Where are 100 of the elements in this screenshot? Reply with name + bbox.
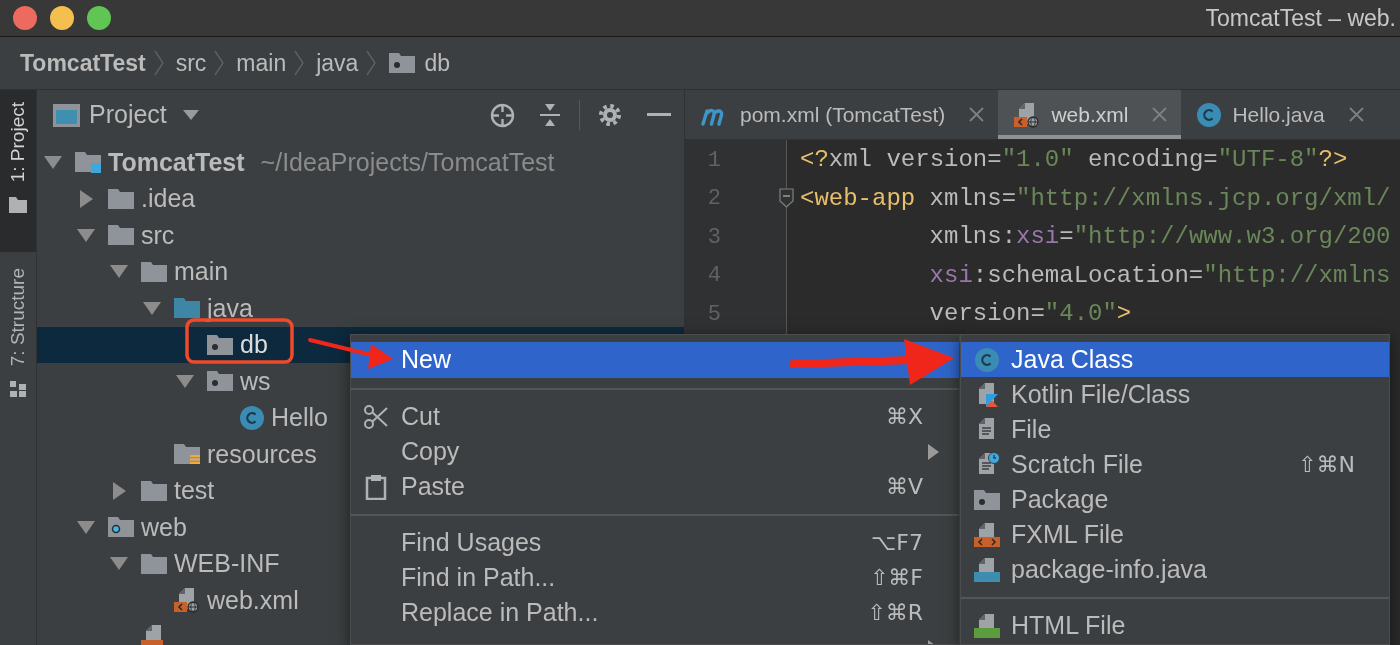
menu-item[interactable]: Scratch File ⇧⌘N [961,447,1389,482]
menu-item[interactable]: Copy [351,434,959,469]
menu-item[interactable]: Find Usages ⌥F7 [351,525,959,560]
close-icon[interactable] [969,107,985,122]
breadcrumb-link[interactable]: java [316,45,359,81]
caret-down-icon[interactable] [77,520,95,534]
fold-marker-icon[interactable] [779,187,794,208]
shortcut: ⇧⌘N [1298,451,1355,479]
structure-icon [9,380,27,399]
menu-item[interactable]: Kotlin File/Class [961,377,1389,412]
tree-item[interactable]: web.xml [173,581,299,619]
view-dropdown[interactable]: Project [89,96,199,134]
caret-down-icon[interactable] [44,155,62,169]
code-line: <?xml version="1.0" encoding="UTF-8"?> [800,145,1349,176]
package-icon [206,370,234,393]
package-icon [388,52,417,74]
shortcut: ⌘X [885,403,923,431]
breadcrumb-link[interactable]: main [236,45,287,81]
shortcut: ⌘V [885,473,923,501]
breadcrumb-link[interactable]: src [175,45,207,81]
caret-down-icon[interactable] [77,228,95,242]
caret-down-icon [182,110,199,120]
menu-item[interactable]: Cut ⌘X [351,399,959,434]
markup-file-icon [973,521,1001,548]
code-line: xmlns:xsi="http://www.w3.org/200 [928,222,1391,253]
caret-down-icon[interactable] [110,557,128,571]
class-icon [974,346,1000,373]
tree-item[interactable]: Hello [239,399,328,437]
file-badge-icon [973,556,1001,583]
clipboard-icon [365,473,387,500]
tree-item[interactable]: db [206,326,268,364]
shortcut: ⇧⌘R [867,599,923,627]
code-line: xsi:schemaLocation="http://xmlns [928,260,1391,291]
package-icon [206,333,234,356]
tree-item[interactable]: src [107,216,175,254]
caret-right-icon[interactable] [112,481,126,500]
tree-item[interactable]: WEB-INF [140,545,280,583]
collapse-all-icon[interactable] [538,103,562,127]
caret-down-icon[interactable] [110,265,128,279]
shortcut: ⇧⌘F [869,564,923,592]
xml-file-icon [173,587,201,614]
menu-item[interactable]: Package [961,482,1389,517]
menu-item[interactable]: package-info.java [961,552,1389,587]
editor-tab[interactable]: Hello.java [1181,90,1378,139]
tool-window-button[interactable]: 1: Project [0,90,36,252]
class-icon [239,404,265,431]
tree-item[interactable]: .idea [107,180,196,218]
file-badge-icon [973,612,1001,639]
close-icon[interactable] [1348,107,1364,122]
minimize-button[interactable] [50,6,74,30]
caret-down-icon[interactable] [143,301,161,315]
breadcrumb-link[interactable]: TomcatTest [20,45,146,81]
menu-item[interactable]: Paste ⌘V [351,469,959,504]
tree-item[interactable]: resources [173,435,317,473]
xml-file-icon [1013,101,1042,128]
panel-icon [53,103,80,127]
folder-icon [140,479,168,502]
menu-item[interactable]: FXML File [961,517,1389,552]
settings-icon[interactable] [598,103,622,127]
tree-item[interactable]: TomcatTest ~/IdeaProjects/TomcatTest [74,143,555,181]
close-button[interactable] [13,6,37,30]
shortcut: ⌥F7 [871,529,923,557]
resources-folder-icon [173,443,201,466]
caret-right-icon[interactable] [79,189,93,208]
path-hint: ~/IdeaProjects/TomcatTest [260,146,555,178]
tree-item[interactable]: main [140,253,229,291]
code-line: version="4.0"> [928,299,1133,330]
chevron-right-icon [366,50,377,76]
minus-icon[interactable] [647,113,671,117]
scissors-icon [363,403,389,430]
chevron-right-icon [153,50,164,76]
caret-down-icon[interactable] [176,374,194,388]
editor-tab[interactable]: pom.xml (TomcatTest) [685,90,999,139]
project-folder-icon [74,151,102,174]
class-icon [1196,101,1223,128]
folder-icon [107,224,135,247]
web-folder-icon [107,516,135,539]
menu-item[interactable]: Java Class [961,342,1389,377]
folder-icon [8,196,28,215]
tree-item[interactable]: test [140,472,215,510]
tree-item[interactable]: ws [206,362,271,400]
folder-icon [173,297,201,320]
folder-icon [140,260,168,283]
menu-item[interactable]: HTML File [961,608,1389,643]
zoom-button[interactable] [87,6,111,30]
tool-window-button[interactable]: 7: Structure [0,256,36,418]
editor-tab[interactable]: web.xml [998,90,1182,139]
window-title: TomcatTest – web. [1205,3,1397,33]
menu-item[interactable]: Replace in Path... ⇧⌘R [351,595,959,630]
tree-item[interactable]: java [173,289,253,327]
package-icon [973,488,1001,511]
crosshair-icon[interactable] [490,102,515,128]
folder-icon [107,187,135,210]
breadcrumb-link[interactable]: db [388,45,450,81]
code-line: <web-app xmlns="http://xmlns.jcp.org/xml/ [800,183,1391,214]
menu-item[interactable]: Find in Path... ⇧⌘F [351,560,959,595]
menu-item[interactable]: File [961,412,1389,447]
tree-item[interactable]: web [107,508,187,546]
close-icon[interactable] [1152,107,1168,122]
chevron-right-icon [214,50,225,76]
